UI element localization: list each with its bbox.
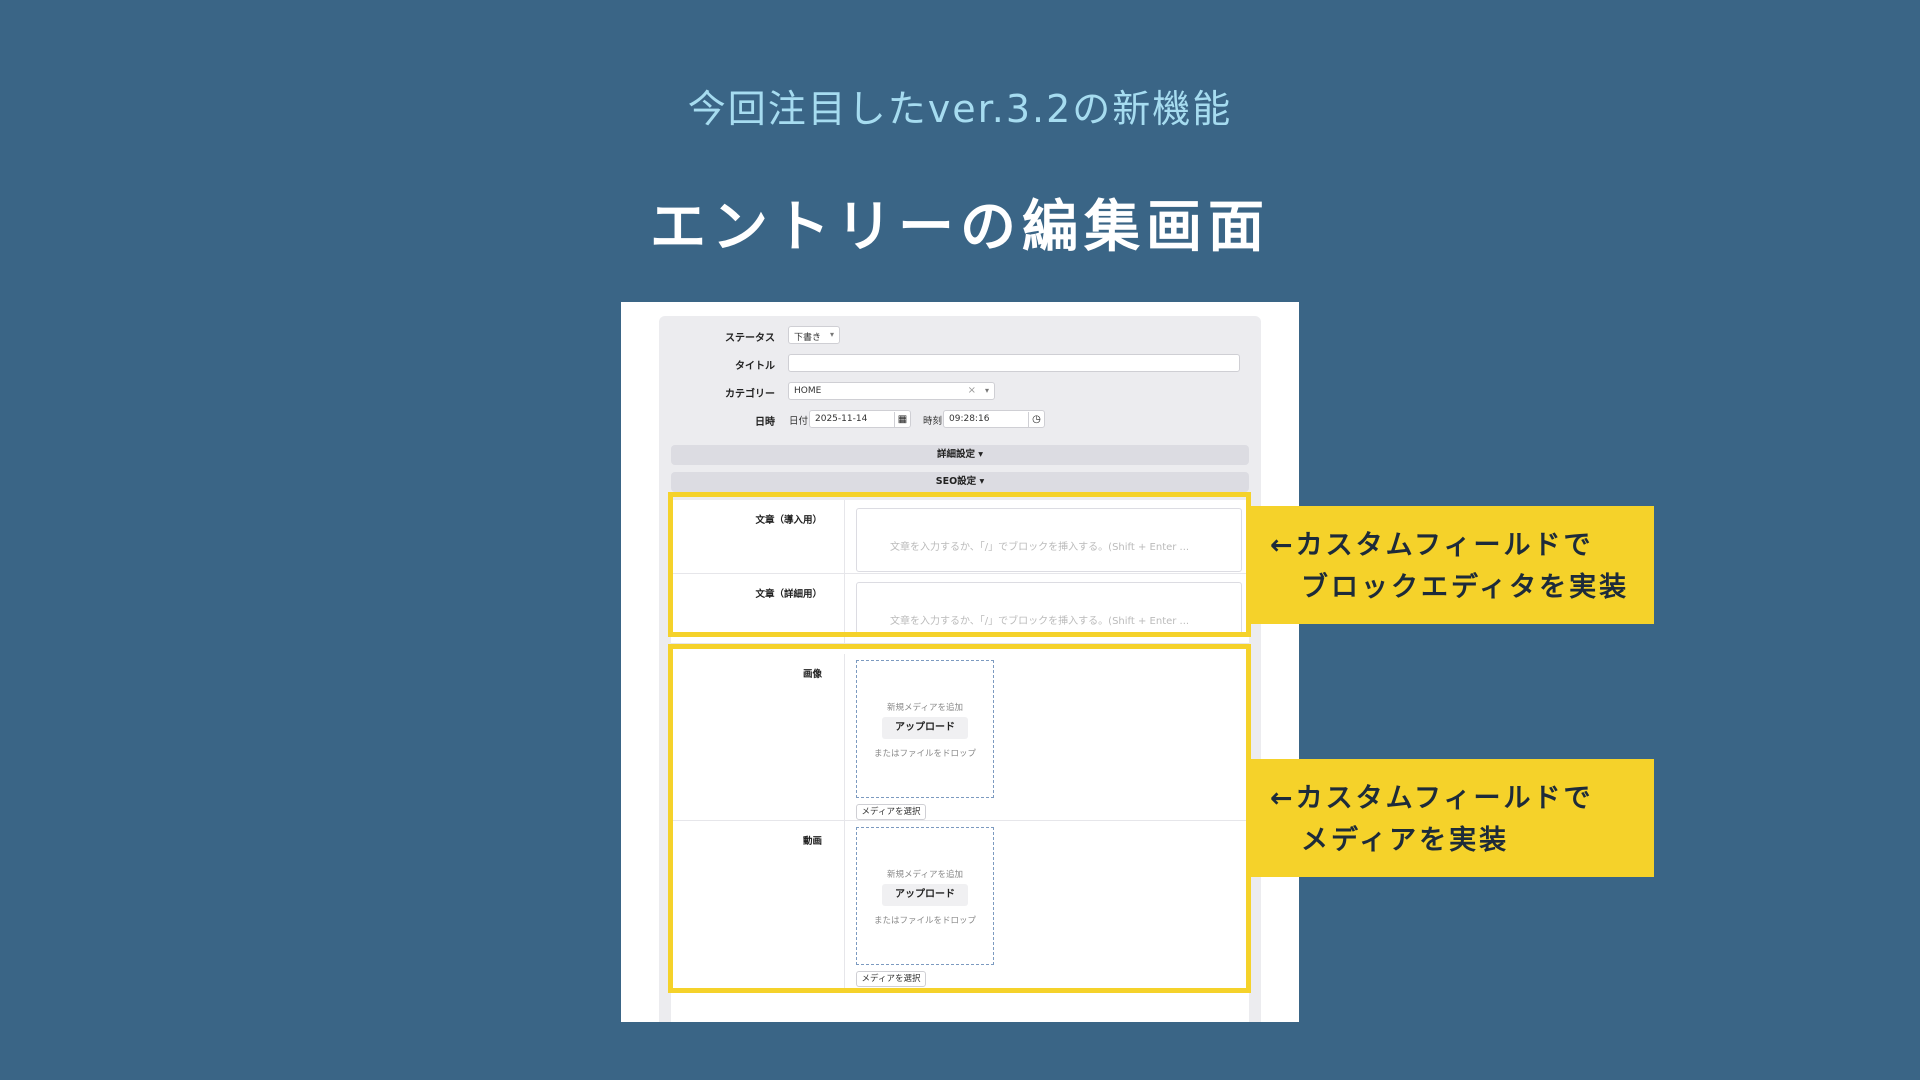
time-label: 時刻 — [923, 416, 943, 427]
category-value: HOME — [794, 386, 822, 396]
text-intro-editor[interactable]: 文章を入力するか、「/」でブロックを挿入する。(Shift + Enter ..… — [856, 508, 1242, 572]
title-row: タイトル — [659, 354, 1261, 374]
block-editor-callout: ←カスタムフィールドで ブロックエディタを実装 — [1250, 506, 1654, 624]
chevron-down-icon: ▾ — [829, 330, 834, 339]
video-label-cell: 動画 — [671, 821, 845, 991]
media-callout-line1: ←カスタムフィールドで — [1270, 783, 1594, 814]
status-row: ステータス 下書き ▾ — [659, 326, 1261, 346]
video-upload-button[interactable]: アップロード — [882, 884, 968, 906]
image-dropzone[interactable]: 新規メディアを追加 アップロード またはファイルをドロップ — [856, 660, 994, 798]
text-detail-label: 文章（詳細用） — [755, 589, 822, 600]
image-row: 画像 新規メディアを追加 アップロード またはファイルをドロップ メディアを選択 — [671, 654, 1249, 821]
image-add-text: 新規メディアを追加 — [887, 703, 963, 713]
category-select[interactable]: HOME × ▾ — [788, 382, 995, 400]
text-detail-editor[interactable]: 文章を入力するか、「/」でブロックを挿入する。(Shift + Enter ..… — [856, 582, 1242, 636]
status-label: ステータス — [725, 333, 775, 344]
image-label: 画像 — [802, 669, 822, 680]
video-label: 動画 — [802, 836, 822, 847]
title-label: タイトル — [735, 361, 775, 372]
media-callout: ←カスタムフィールドで メディアを実装 — [1250, 759, 1654, 877]
slide-title: エントリーの編集画面 — [650, 195, 1270, 260]
calendar-icon[interactable]: ▦ — [894, 412, 910, 428]
custom-fields: 文章（導入用） 文章を入力するか、「/」でブロックを挿入する。(Shift + … — [671, 500, 1249, 1022]
media-callout-line2: メディアを実装 — [1301, 825, 1510, 856]
category-label: カテゴリー — [725, 389, 775, 400]
date-label: 日付 — [789, 416, 809, 427]
chevron-down-icon: ▾ — [984, 386, 989, 395]
datetime-row: 日時 日付 2025-11-14 ▦ 時刻 09:28:16 ◷ — [659, 410, 1261, 430]
category-row: カテゴリー HOME × ▾ — [659, 382, 1261, 402]
video-dropzone[interactable]: 新規メディアを追加 アップロード またはファイルをドロップ — [856, 827, 994, 965]
status-select[interactable]: 下書き ▾ — [788, 326, 840, 344]
seo-settings-toggle[interactable]: SEO設定 ▾ — [671, 472, 1249, 492]
image-select-media-button[interactable]: メディアを選択 — [856, 804, 926, 820]
block-editor-callout-line2: ブロックエディタを実装 — [1301, 572, 1630, 603]
close-icon[interactable]: × — [968, 385, 976, 396]
date-input[interactable]: 2025-11-14 ▦ — [809, 410, 911, 428]
text-intro-label-cell: 文章（導入用） — [671, 500, 845, 573]
text-intro-row: 文章（導入用） 文章を入力するか、「/」でブロックを挿入する。(Shift + … — [671, 500, 1249, 574]
video-select-media-button[interactable]: メディアを選択 — [856, 971, 926, 987]
clock-icon[interactable]: ◷ — [1028, 412, 1044, 428]
text-detail-label-cell: 文章（詳細用） — [671, 574, 845, 643]
chevron-down-icon: ▾ — [978, 449, 984, 460]
datetime-label: 日時 — [755, 417, 775, 428]
seo-settings-label: SEO設定 — [935, 476, 977, 487]
image-label-cell: 画像 — [671, 654, 845, 820]
block-editor-callout-line1: ←カスタムフィールドで — [1270, 530, 1594, 561]
slide-subtitle: 今回注目したver.3.2の新機能 — [687, 87, 1233, 131]
video-drop-text: またはファイルをドロップ — [873, 916, 976, 926]
title-input[interactable] — [788, 354, 1240, 372]
status-value: 下書き — [794, 333, 822, 343]
video-add-text: 新規メディアを追加 — [887, 870, 963, 880]
chevron-down-icon: ▾ — [979, 476, 985, 487]
entry-edit-screenshot: ステータス 下書き ▾ タイトル カテゴリー HOME × ▾ 日時 日付 20… — [621, 302, 1299, 1022]
detail-settings-toggle[interactable]: 詳細設定 ▾ — [671, 445, 1249, 465]
text-intro-label: 文章（導入用） — [755, 515, 822, 526]
time-input[interactable]: 09:28:16 ◷ — [943, 410, 1045, 428]
date-value: 2025-11-14 — [815, 414, 868, 424]
image-upload-button[interactable]: アップロード — [882, 717, 968, 739]
video-row: 動画 新規メディアを追加 アップロード またはファイルをドロップ メディアを選択 — [671, 821, 1249, 991]
detail-settings-label: 詳細設定 — [936, 449, 975, 460]
entry-form: ステータス 下書き ▾ タイトル カテゴリー HOME × ▾ 日時 日付 20… — [659, 316, 1261, 1022]
image-drop-text: またはファイルをドロップ — [873, 749, 976, 759]
text-detail-row: 文章（詳細用） 文章を入力するか、「/」でブロックを挿入する。(Shift + … — [671, 574, 1249, 644]
time-value: 09:28:16 — [949, 414, 990, 424]
